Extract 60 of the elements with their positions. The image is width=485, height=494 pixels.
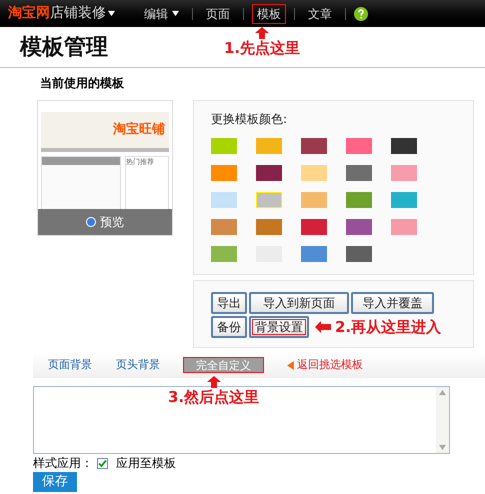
back-link[interactable]: 返回挑选模板 — [297, 356, 363, 374]
action-button[interactable]: 导出 — [211, 292, 247, 314]
arrow-icon — [315, 321, 331, 333]
color-swatch[interactable] — [301, 165, 327, 181]
action-button[interactable]: 背景设置 — [249, 316, 309, 338]
color-swatch[interactable] — [211, 246, 237, 262]
annotation-text: 3.然后点这里 — [168, 388, 260, 407]
caret-icon — [108, 10, 115, 17]
help-icon[interactable] — [354, 6, 368, 20]
color-swatch[interactable] — [346, 246, 372, 262]
color-swatch[interactable] — [391, 165, 417, 181]
color-swatch[interactable] — [391, 138, 417, 154]
tab[interactable]: 页面背景 — [47, 356, 93, 374]
color-swatch[interactable] — [256, 192, 282, 208]
arrow-icon — [206, 376, 221, 388]
color-swatch[interactable] — [346, 138, 372, 154]
check-icon — [98, 459, 107, 468]
product-menu[interactable]: 店铺装修 — [50, 3, 115, 24]
preview-overlay[interactable]: 预览 — [38, 209, 172, 235]
style-apply-label: 样式应用： — [33, 456, 93, 471]
color-swatch[interactable] — [211, 138, 237, 154]
color-swatch[interactable] — [211, 192, 237, 208]
color-swatch[interactable] — [301, 138, 327, 154]
color-swatch[interactable] — [346, 165, 372, 181]
color-swatch[interactable] — [256, 165, 282, 181]
tab[interactable]: 页头背景 — [115, 356, 161, 374]
shop-name: 淘宝旺铺 — [113, 120, 165, 140]
nav-item[interactable]: 页面 — [201, 4, 235, 24]
nav-item[interactable]: 文章 — [303, 4, 337, 24]
color-swatch[interactable] — [391, 192, 417, 208]
annotation-text: 2.再从这里进入 — [335, 318, 442, 336]
color-swatch[interactable] — [211, 219, 237, 235]
color-swatch[interactable] — [346, 219, 372, 235]
action-button[interactable]: 导入并覆盖 — [351, 292, 434, 314]
color-swatch[interactable] — [256, 138, 282, 154]
annotation-text: 1.先点这里 — [224, 39, 300, 58]
action-button[interactable]: 备份 — [211, 316, 247, 338]
color-swatch[interactable] — [346, 192, 372, 208]
scroll-down-icon — [439, 444, 446, 451]
preview-label: 预览 — [100, 214, 124, 231]
color-swatch[interactable] — [301, 219, 327, 235]
save-button[interactable]: 保存 — [33, 472, 77, 492]
action-button[interactable]: 导入到新页面 — [249, 292, 349, 314]
color-swatch[interactable] — [301, 246, 327, 262]
color-swatch[interactable] — [256, 219, 282, 235]
color-swatch[interactable] — [211, 165, 237, 181]
section-heading: 当前使用的模板 — [40, 76, 124, 90]
logo: 淘宝网 — [8, 4, 50, 23]
back-arrow-icon — [286, 360, 295, 370]
page-title: 模板管理 — [20, 34, 108, 62]
color-heading: 更换模板颜色: — [211, 111, 288, 128]
checkbox[interactable] — [97, 458, 108, 469]
color-swatch[interactable] — [301, 192, 327, 208]
checkbox-label: 应用至模板 — [116, 456, 176, 471]
css-textarea[interactable] — [33, 386, 450, 454]
nav-item[interactable]: 模板 — [252, 4, 286, 24]
arrow-icon — [255, 27, 270, 39]
scroll-up-icon — [439, 389, 446, 396]
nav-item[interactable]: 编辑 — [139, 4, 184, 24]
color-swatch[interactable] — [391, 219, 417, 235]
